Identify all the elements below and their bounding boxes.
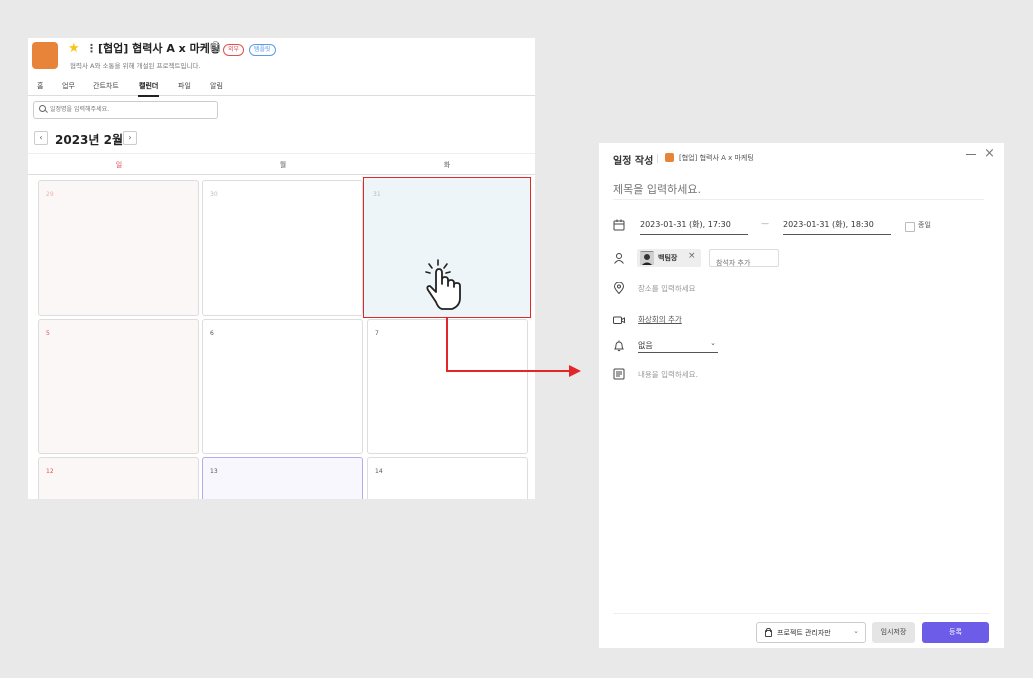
add-attendee-field xyxy=(709,249,779,267)
project-color-icon xyxy=(665,153,674,162)
tab-home[interactable]: 홈 xyxy=(37,81,43,91)
day-number: 14 xyxy=(375,468,383,475)
visibility-value: 프로젝트 관리자만 xyxy=(777,629,831,637)
template-badge: 템플릿 xyxy=(249,44,276,56)
tab-calendar[interactable]: 캘린더 xyxy=(137,81,160,97)
start-datetime[interactable]: 2023-01-31 (화), 17:30 xyxy=(640,219,748,235)
arrow-line xyxy=(446,317,448,372)
visibility-select[interactable]: 프로젝트 관리자만 ⌄ xyxy=(756,622,866,643)
search-icon xyxy=(39,105,46,112)
external-badge: 외부 xyxy=(223,44,245,56)
bell-icon xyxy=(614,340,624,352)
project-description: 협력사 A와 소통을 위해 개설된 프로젝트입니다. xyxy=(70,62,201,70)
remove-attendee-icon[interactable]: × xyxy=(688,251,696,261)
allday-checkbox[interactable] xyxy=(905,222,915,232)
save-draft-button[interactable]: 임시저장 xyxy=(872,622,915,643)
tab-files[interactable]: 파일 xyxy=(178,81,191,91)
lock-icon xyxy=(211,41,220,52)
add-video-meeting-link[interactable]: 화상회의 추가 xyxy=(638,314,682,325)
allday-label: 종일 xyxy=(918,221,931,229)
alarm-select[interactable]: 없음 ⌄ xyxy=(638,339,718,353)
lock-icon xyxy=(765,628,772,637)
schedule-search xyxy=(33,101,218,119)
tab-bar: 홈 업무 간트차트 캘린더 파일 알림 xyxy=(28,78,535,97)
chevron-down-icon: ⌄ xyxy=(853,627,859,635)
calendar-icon xyxy=(613,219,625,231)
day-number: 31 xyxy=(373,191,381,198)
footer-divider xyxy=(613,613,989,614)
day-number: 30 xyxy=(210,191,218,198)
weekday-mon: 월 xyxy=(279,161,287,169)
attendee-chip: 백팀장 × xyxy=(637,249,701,267)
arrow-head xyxy=(569,365,581,377)
end-datetime[interactable]: 2023-01-31 (화), 18:30 xyxy=(783,219,891,235)
arrow-line xyxy=(446,370,570,372)
day-number: 6 xyxy=(210,330,214,337)
day-cell[interactable]: 30 xyxy=(202,180,363,316)
day-number: 29 xyxy=(46,191,54,198)
day-cell[interactable]: 12 xyxy=(38,457,199,499)
weekday-tue: 화 xyxy=(443,161,451,169)
weekday-sun: 일 xyxy=(115,161,123,169)
day-number: 5 xyxy=(46,330,50,337)
minimize-icon[interactable] xyxy=(966,154,976,155)
day-cell-today[interactable]: 13 xyxy=(202,457,363,499)
prev-month-button[interactable]: ‹ xyxy=(34,131,48,145)
date-range-dash: — xyxy=(761,219,769,228)
next-month-button[interactable]: › xyxy=(123,131,137,145)
day-cell[interactable]: 29 xyxy=(38,180,199,316)
note-icon xyxy=(613,368,625,380)
day-cell[interactable]: 5 xyxy=(38,319,199,454)
create-schedule-dialog: 일정 작성 [협업] 협력사 A x 마케팅 × 2023-01-31 (화),… xyxy=(599,143,1004,648)
person-icon xyxy=(614,253,624,264)
day-number: 13 xyxy=(210,468,218,475)
day-number: 7 xyxy=(375,330,379,337)
close-icon[interactable]: × xyxy=(984,147,995,161)
day-cell[interactable]: 6 xyxy=(202,319,363,454)
alarm-value: 없음 xyxy=(638,341,653,350)
day-number: 12 xyxy=(46,468,54,475)
project-icon xyxy=(32,42,58,69)
content-input[interactable]: 내용을 입력하세요. xyxy=(638,369,698,380)
dialog-title: 일정 작성 xyxy=(613,156,654,167)
tab-gantt[interactable]: 간트차트 xyxy=(93,81,119,91)
day-cell[interactable]: 14 xyxy=(367,457,528,499)
video-camera-icon xyxy=(613,316,625,324)
pointer-click-icon xyxy=(425,259,461,310)
weekday-header: 일 월 화 xyxy=(28,153,535,175)
project-title: [협업] 협력사 A x 마케팅 xyxy=(98,42,220,55)
calendar-page: ★ ⋮ [협업] 협력사 A x 마케팅 외부 템플릿 협력사 A와 소통을 위… xyxy=(28,38,535,499)
search-input[interactable] xyxy=(50,104,210,115)
add-attendee-input[interactable] xyxy=(716,259,776,267)
avatar xyxy=(640,251,654,265)
submit-button[interactable]: 등록 xyxy=(922,622,989,643)
attendee-name: 백팀장 xyxy=(658,254,678,262)
more-menu-icon[interactable]: ⋮ xyxy=(86,41,97,57)
location-pin-icon xyxy=(613,282,625,294)
schedule-title-input[interactable] xyxy=(613,179,984,200)
location-input[interactable]: 장소를 입력하세요 xyxy=(638,283,696,294)
tab-notifications[interactable]: 알림 xyxy=(210,81,223,91)
star-icon[interactable]: ★ xyxy=(68,41,80,57)
divider xyxy=(657,154,658,163)
dialog-project-name[interactable]: [협업] 협력사 A x 마케팅 xyxy=(679,153,754,163)
month-label: 2023년 2월 xyxy=(55,133,124,147)
tab-tasks[interactable]: 업무 xyxy=(62,81,75,91)
chevron-down-icon: ⌄ xyxy=(710,339,716,347)
